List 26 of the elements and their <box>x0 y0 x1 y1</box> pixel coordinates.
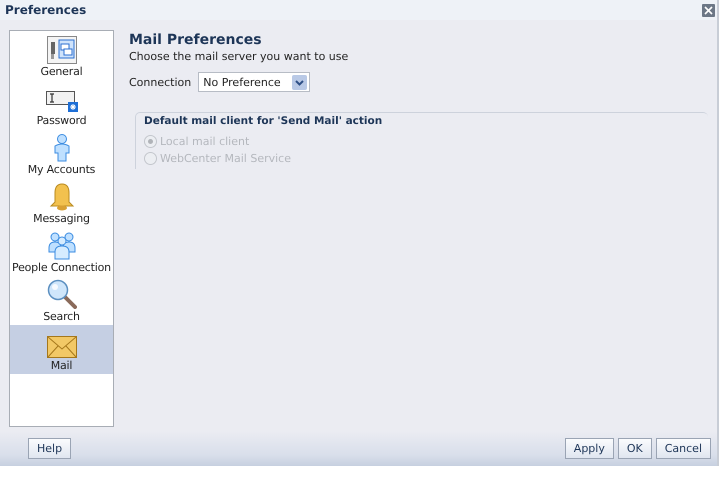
dialog-button[interactable]: Cancel <box>656 438 711 458</box>
close-icon[interactable] <box>702 4 715 16</box>
sidebar-item[interactable]: People Connection <box>10 227 113 276</box>
envelope-icon <box>46 336 76 358</box>
dialog-button[interactable]: Apply <box>564 438 614 458</box>
bell-icon <box>48 183 74 211</box>
sidebar-item[interactable]: Search <box>10 276 113 325</box>
connection-dropdown[interactable]: No Preference <box>198 72 310 92</box>
dialog-button[interactable]: OK <box>618 438 652 458</box>
group-title: Default mail client for 'Send Mail' action <box>144 115 384 127</box>
sidebar-item[interactable]: General <box>10 31 113 80</box>
people-icon <box>48 232 76 260</box>
person-icon <box>52 134 70 162</box>
sidebar-item[interactable]: Mail <box>10 325 113 374</box>
sidebar-item[interactable]: Password <box>10 80 113 129</box>
password-field-icon <box>46 91 78 113</box>
window-icon <box>46 36 76 64</box>
sidebar-item[interactable]: My Accounts <box>10 129 113 178</box>
section-heading: Mail Preferences <box>129 32 262 48</box>
search-icon <box>46 279 76 309</box>
help-button[interactable]: Help <box>28 438 72 458</box>
connection-label: Connection <box>129 76 192 88</box>
window-title: Preferences <box>5 3 86 17</box>
description-text: Choose the mail server you want to use <box>129 50 348 63</box>
sidebar-item[interactable]: Messaging <box>10 178 113 227</box>
caret-icon <box>292 74 308 90</box>
